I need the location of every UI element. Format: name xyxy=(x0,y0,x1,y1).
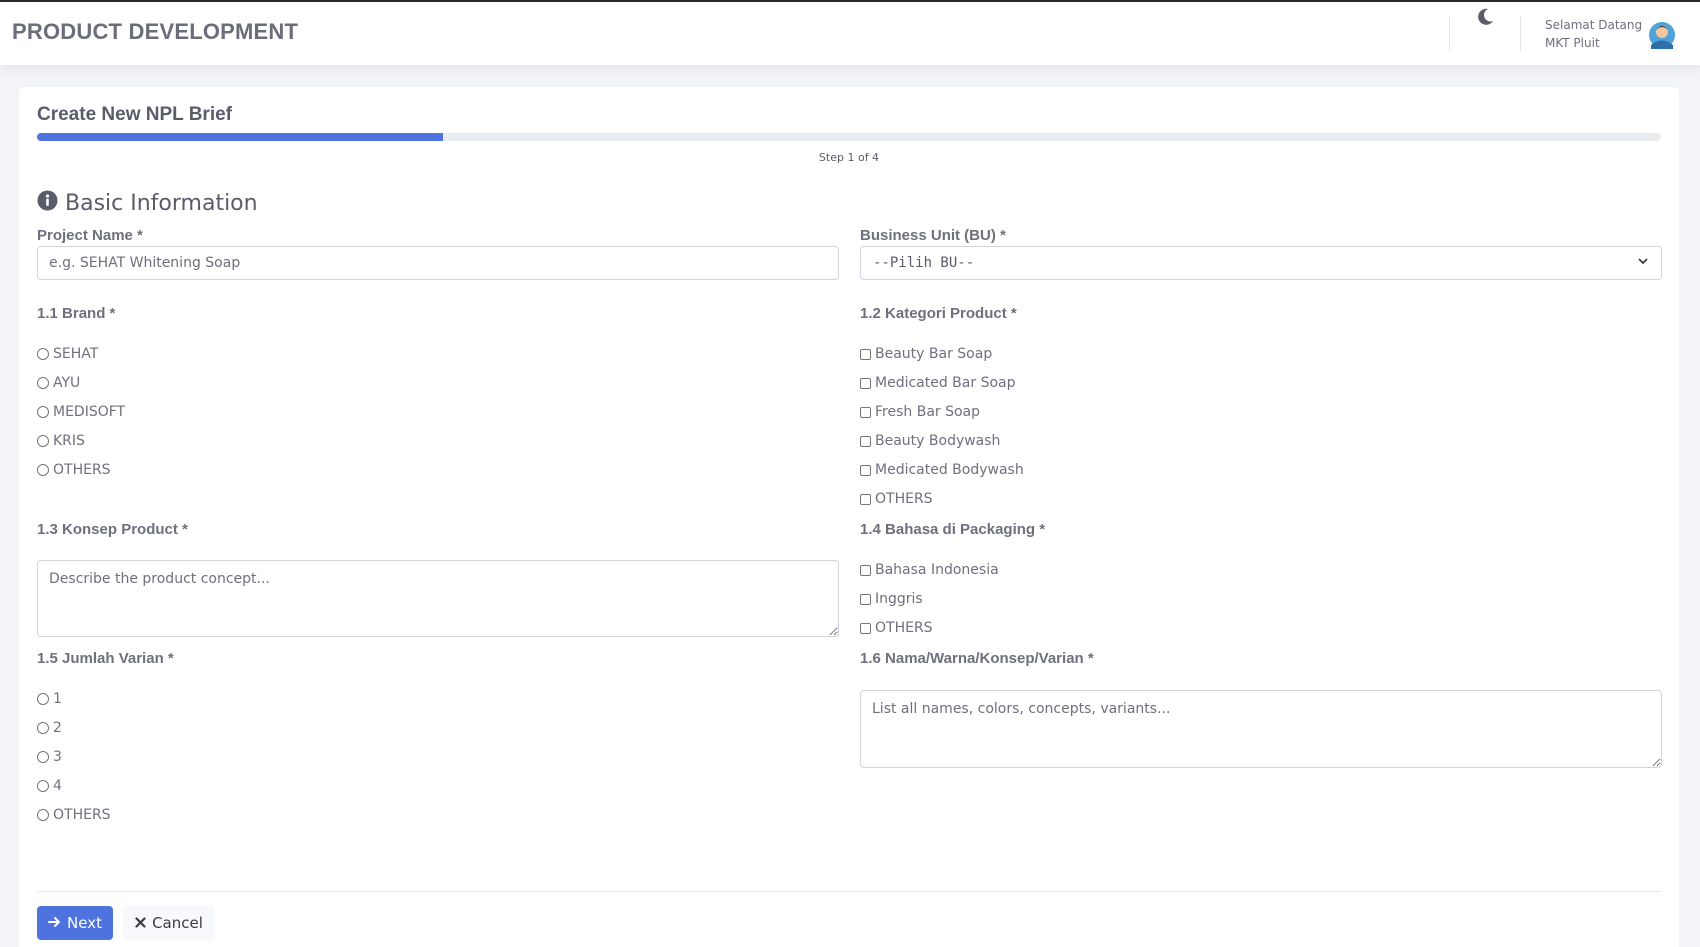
section-title-text: Basic Information xyxy=(65,191,258,216)
radio-button[interactable] xyxy=(37,348,49,360)
radio-button[interactable] xyxy=(37,435,49,447)
app-title: PRODUCT DEVELOPMENT xyxy=(12,19,299,44)
kategori-option-label: Medicated Bar Soap xyxy=(875,375,1016,391)
radio-button[interactable] xyxy=(37,751,49,763)
bahasa-option[interactable]: Inggris xyxy=(860,591,923,607)
nama-varian-textarea[interactable] xyxy=(860,690,1662,768)
brand-option[interactable]: KRIS xyxy=(37,433,85,449)
checkbox[interactable] xyxy=(860,435,871,447)
checkbox[interactable] xyxy=(860,564,871,576)
kategori-option[interactable]: Beauty Bodywash xyxy=(860,433,1000,449)
brand-option-label: SEHAT xyxy=(53,346,99,362)
radio-button[interactable] xyxy=(37,464,49,476)
konsep-label: 1.3 Konsep Product * xyxy=(37,521,188,538)
npl-brief-card: Create New NPL Brief Step 1 of 4 Basic I… xyxy=(19,87,1679,947)
arrow-right-icon xyxy=(48,914,61,932)
radio-button[interactable] xyxy=(37,809,49,821)
bahasa-option[interactable]: OTHERS xyxy=(860,620,933,636)
radio-button[interactable] xyxy=(37,693,49,705)
close-icon xyxy=(135,914,146,932)
kategori-option[interactable]: Medicated Bodywash xyxy=(860,462,1024,478)
cancel-button-label: Cancel xyxy=(152,914,203,932)
project-name-input[interactable] xyxy=(37,246,839,280)
top-navbar: PRODUCT DEVELOPMENT Selamat Datang MKT P… xyxy=(0,2,1700,65)
brand-option-label: OTHERS xyxy=(53,462,111,478)
kategori-option[interactable]: Medicated Bar Soap xyxy=(860,375,1016,391)
progress-bar xyxy=(37,133,1661,141)
navbar-divider xyxy=(1520,16,1521,52)
jumlah-varian-option-label: 4 xyxy=(53,778,62,794)
navbar-divider xyxy=(1449,16,1450,52)
user-avatar-icon[interactable] xyxy=(1648,19,1676,49)
bahasa-label: 1.4 Bahasa di Packaging * xyxy=(860,521,1046,538)
kategori-option-label: Beauty Bodywash xyxy=(875,433,1001,449)
kategori-option-label: Beauty Bar Soap xyxy=(875,346,993,362)
checkbox[interactable] xyxy=(860,622,871,634)
kategori-option[interactable]: Fresh Bar Soap xyxy=(860,404,980,420)
bahasa-option-label: OTHERS xyxy=(875,620,933,636)
jumlah-varian-option-label: 1 xyxy=(53,691,62,707)
bahasa-option-label: Inggris xyxy=(875,591,923,607)
brand-option[interactable]: AYU xyxy=(37,375,80,391)
brand-option[interactable]: SEHAT xyxy=(37,346,98,362)
jumlah-varian-option-label: 3 xyxy=(53,749,62,765)
progress-bar-fill xyxy=(37,133,443,141)
step-indicator: Step 1 of 4 xyxy=(818,151,880,164)
checkbox[interactable] xyxy=(860,377,871,389)
kategori-option-label: Medicated Bodywash xyxy=(875,462,1024,478)
jumlah-varian-option[interactable]: 3 xyxy=(37,749,62,765)
brand-option-label: AYU xyxy=(53,375,81,391)
card-title: Create New NPL Brief xyxy=(37,104,232,125)
brand-option[interactable]: MEDISOFT xyxy=(37,404,125,420)
jumlah-varian-option-label: OTHERS xyxy=(53,807,111,823)
cancel-button[interactable]: Cancel xyxy=(123,906,215,940)
info-circle-icon xyxy=(37,190,58,217)
checkbox[interactable] xyxy=(860,593,871,605)
jumlah-varian-option[interactable]: 2 xyxy=(37,720,62,736)
chevron-down-icon xyxy=(1637,255,1649,271)
section-title: Basic Information xyxy=(37,190,258,217)
kategori-option-label: OTHERS xyxy=(875,491,933,507)
user-name: MKT Pluit xyxy=(1545,36,1600,50)
radio-button[interactable] xyxy=(37,780,49,792)
jumlah-varian-option[interactable]: 4 xyxy=(37,778,62,794)
business-unit-label: Business Unit (BU) * xyxy=(860,227,1006,244)
brand-option-label: MEDISOFT xyxy=(53,404,126,420)
checkbox[interactable] xyxy=(860,348,871,360)
kategori-option[interactable]: OTHERS xyxy=(860,491,933,507)
konsep-textarea[interactable] xyxy=(37,560,839,637)
jumlah-varian-label: 1.5 Jumlah Varian * xyxy=(37,650,174,667)
jumlah-varian-option[interactable]: OTHERS xyxy=(37,807,111,823)
moon-icon[interactable] xyxy=(1474,6,1496,28)
business-unit-selected: --Pilih BU-- xyxy=(873,255,975,271)
jumlah-varian-option[interactable]: 1 xyxy=(37,691,62,707)
brand-option[interactable]: OTHERS xyxy=(37,462,111,478)
radio-button[interactable] xyxy=(37,406,49,418)
bahasa-option[interactable]: Bahasa Indonesia xyxy=(860,562,999,578)
user-greeting[interactable]: Selamat Datang MKT Pluit xyxy=(1545,16,1642,52)
next-button-label: Next xyxy=(67,914,102,932)
brand-label: 1.1 Brand * xyxy=(37,305,116,322)
nama-varian-label: 1.6 Nama/Warna/Konsep/Varian * xyxy=(860,650,1094,667)
kategori-option[interactable]: Beauty Bar Soap xyxy=(860,346,992,362)
project-name-label: Project Name * xyxy=(37,227,143,244)
jumlah-varian-option-label: 2 xyxy=(53,720,62,736)
checkbox[interactable] xyxy=(860,406,871,418)
checkbox[interactable] xyxy=(860,493,871,505)
kategori-label: 1.2 Kategori Product * xyxy=(860,305,1017,322)
brand-option-label: KRIS xyxy=(53,433,85,449)
greeting-text: Selamat Datang xyxy=(1545,18,1643,32)
kategori-option-label: Fresh Bar Soap xyxy=(875,404,981,420)
bahasa-option-label: Bahasa Indonesia xyxy=(875,562,999,578)
checkbox[interactable] xyxy=(860,464,871,476)
business-unit-select[interactable]: --Pilih BU-- xyxy=(860,246,1662,280)
radio-button[interactable] xyxy=(37,722,49,734)
form-divider xyxy=(37,891,1661,892)
next-button[interactable]: Next xyxy=(37,906,113,940)
radio-button[interactable] xyxy=(37,377,49,389)
